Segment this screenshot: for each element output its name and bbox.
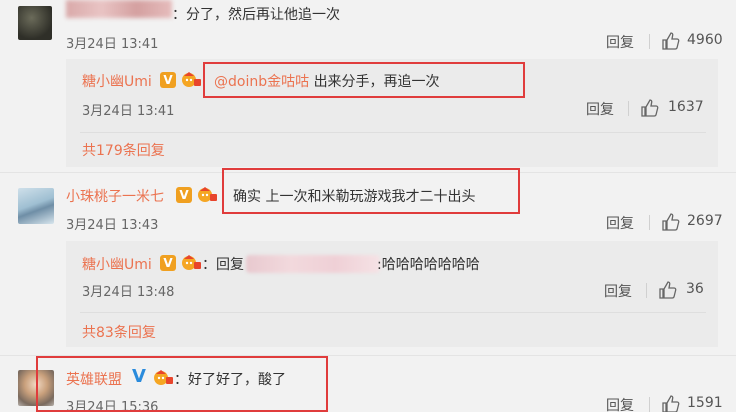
verified-v-orange-icon: V xyxy=(160,72,176,88)
like-count: 2697 xyxy=(687,213,723,229)
like-count: 1637 xyxy=(668,99,704,115)
thumbs-up-icon[interactable] xyxy=(661,212,681,232)
divider xyxy=(649,397,650,412)
like-count: 1591 xyxy=(687,395,723,411)
like-count: 4960 xyxy=(687,32,723,48)
reply-button[interactable]: 回复 xyxy=(606,32,634,52)
verified-v-orange-icon: V xyxy=(160,255,176,271)
redacted-username xyxy=(246,255,380,273)
verified-v-orange-icon: V xyxy=(176,187,192,203)
reply-username[interactable]: 糖小幽Umi xyxy=(82,71,152,91)
reply-time: 3月24日 13:41 xyxy=(82,104,175,119)
reply-button[interactable]: 回复 xyxy=(606,213,634,233)
highlight-box xyxy=(203,62,525,98)
avatar[interactable] xyxy=(18,188,54,224)
reply-button[interactable]: 回复 xyxy=(606,395,634,412)
thumbs-up-icon[interactable] xyxy=(661,394,681,412)
comment-time: 3月24日 13:41 xyxy=(66,37,159,52)
divider xyxy=(80,132,706,133)
highlight-box xyxy=(222,168,520,214)
vip-badge-icon xyxy=(198,187,217,202)
divider xyxy=(80,312,706,313)
redacted-username xyxy=(66,0,172,18)
reply-username[interactable]: 糖小幽Umi xyxy=(82,254,152,274)
comment-time: 3月24日 13:43 xyxy=(66,218,159,233)
comment-username[interactable]: 小珠桃子一米七 xyxy=(66,186,164,206)
divider xyxy=(649,215,650,230)
divider xyxy=(646,283,647,298)
more-replies-link[interactable]: 共83条回复 xyxy=(82,322,156,342)
reply-time: 3月24日 13:48 xyxy=(82,285,175,300)
reply-prefix: ：回复 xyxy=(202,257,244,273)
divider xyxy=(628,101,629,116)
comment-text: ：分了，然后再让他追一次 xyxy=(172,7,340,23)
like-count: 36 xyxy=(686,281,704,297)
vip-badge-icon xyxy=(182,72,201,87)
vip-badge-icon xyxy=(182,255,201,270)
thumbs-up-icon[interactable] xyxy=(640,98,660,118)
reply-button[interactable]: 回复 xyxy=(586,99,614,119)
thumbs-up-icon[interactable] xyxy=(661,31,681,51)
highlight-box xyxy=(36,356,328,412)
more-replies-link[interactable]: 共179条回复 xyxy=(82,140,165,160)
divider xyxy=(649,34,650,49)
thumbs-up-icon[interactable] xyxy=(658,280,678,300)
reply-button[interactable]: 回复 xyxy=(604,281,632,301)
reply-text: :哈哈哈哈哈哈哈 xyxy=(377,257,480,273)
avatar[interactable] xyxy=(18,6,52,40)
